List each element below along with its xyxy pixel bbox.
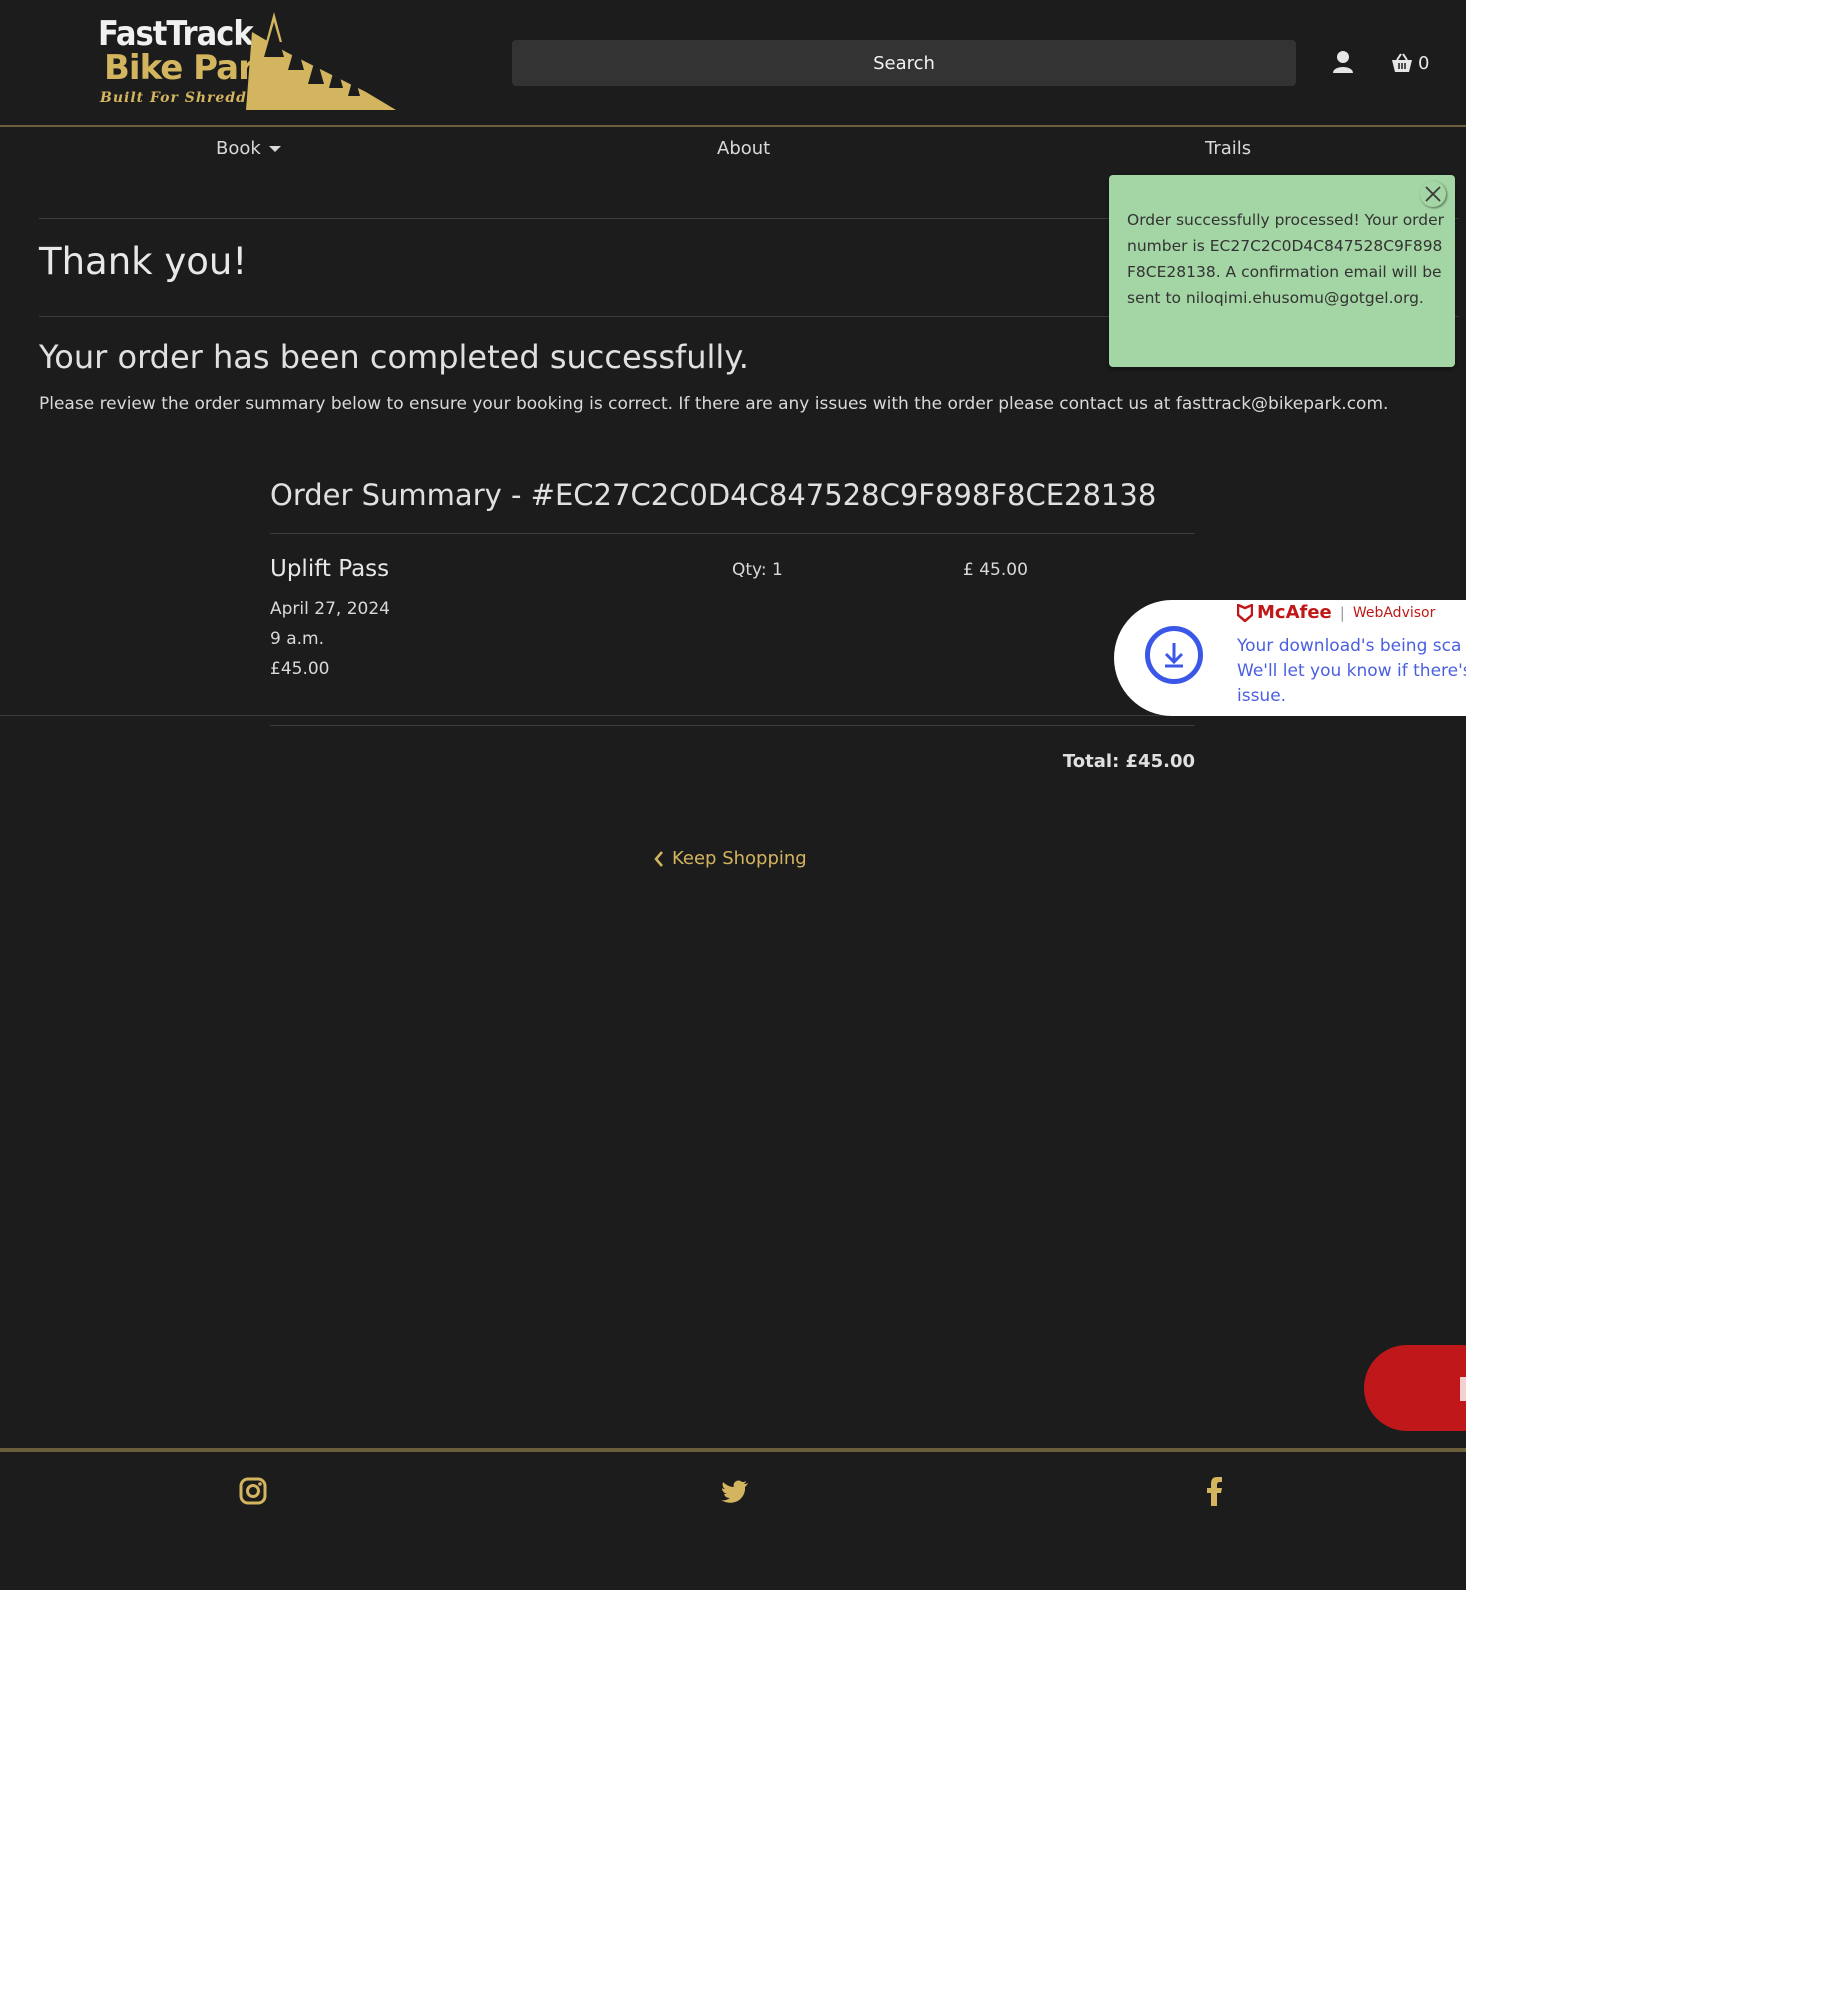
cart-count: 0 <box>1418 52 1430 74</box>
success-toast: Order successfully processed! Your order… <box>1109 175 1455 367</box>
brand-separator: | <box>1339 603 1345 622</box>
order-review-instructions: Please review the order summary below to… <box>39 394 1389 414</box>
instagram-icon[interactable] <box>238 1476 268 1506</box>
item-time: 9 a.m. <box>270 629 325 649</box>
mcafee-brand: McAfee | WebAdvisor <box>1237 602 1435 623</box>
order-total: Total: £45.00 <box>1062 751 1195 772</box>
main-nav: Book About Trails <box>0 126 1466 174</box>
mcafee-product-name: WebAdvisor <box>1352 604 1436 621</box>
facebook-icon[interactable] <box>1200 1476 1230 1506</box>
mcafee-shield-icon <box>1237 603 1253 622</box>
mcafee-message: Your download's being sca We'll let you … <box>1237 636 1466 706</box>
floating-action-button[interactable] <box>1364 1345 1466 1431</box>
twitter-icon[interactable] <box>720 1476 750 1506</box>
keep-shopping-link[interactable]: Keep Shopping <box>654 848 807 869</box>
site-logo[interactable]: FastTrack Bike Park Built For Shredding <box>96 12 396 114</box>
toast-message: Order successfully processed! Your order… <box>1127 211 1445 307</box>
logo-hill-trees-icon <box>246 12 396 110</box>
mcafee-brand-name: McAfee <box>1257 602 1332 623</box>
mcafee-webadvisor-popup[interactable]: McAfee | WebAdvisor Your download's bein… <box>1114 600 1466 716</box>
search-input[interactable] <box>512 40 1296 86</box>
user-icon[interactable] <box>1332 50 1354 74</box>
order-summary-title: Order Summary - #EC27C2C0D4C847528C9F898… <box>270 478 1157 512</box>
site-header: FastTrack Bike Park Built For Shredding <box>0 0 1466 127</box>
nav-item-about[interactable]: About <box>717 138 770 159</box>
keep-shopping-label: Keep Shopping <box>672 848 807 869</box>
item-name: Uplift Pass <box>270 556 390 582</box>
nav-item-book[interactable]: Book <box>216 138 281 159</box>
close-icon <box>1425 186 1441 202</box>
item-price: £ 45.00 <box>963 560 1028 580</box>
caret-down-icon <box>268 145 281 152</box>
page-title: Thank you! <box>39 240 248 283</box>
order-success-heading: Your order has been completed successful… <box>39 338 749 376</box>
floating-button-glyph <box>1460 1377 1466 1401</box>
chevron-left-icon <box>654 850 663 867</box>
nav-item-trails[interactable]: Trails <box>1205 138 1251 159</box>
download-icon <box>1145 626 1203 684</box>
item-unit-price: £45.00 <box>270 659 330 679</box>
nav-book-label: Book <box>216 138 261 159</box>
cart-button[interactable]: 0 <box>1390 50 1429 76</box>
basket-icon <box>1392 53 1412 72</box>
divider <box>270 533 1195 534</box>
divider <box>270 725 1195 726</box>
item-date: April 27, 2024 <box>270 599 390 619</box>
page-viewport: FastTrack Bike Park Built For Shredding <box>0 0 1466 1590</box>
site-footer <box>0 1448 1466 1590</box>
close-toast-button[interactable] <box>1420 181 1446 207</box>
item-quantity: Qty: 1 <box>732 560 783 580</box>
